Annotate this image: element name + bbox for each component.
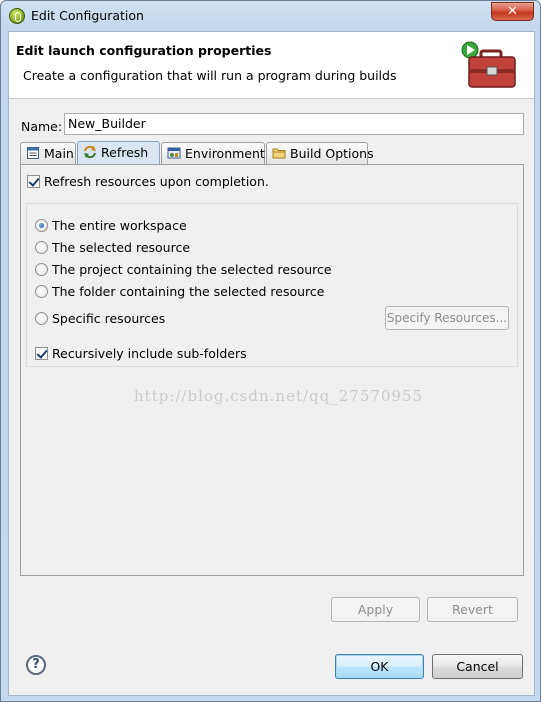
radio-entire-workspace[interactable]: The entire workspace: [35, 218, 187, 233]
radio-selected-resource[interactable]: The selected resource: [35, 240, 190, 255]
tab-main-label: Main: [44, 146, 74, 161]
apply-button[interactable]: Apply: [331, 597, 420, 622]
name-label: Name:: [21, 119, 63, 134]
document-icon: [27, 147, 39, 159]
tab-main[interactable]: Main: [20, 142, 76, 165]
close-button[interactable]: ✕: [491, 2, 534, 21]
tab-build-options-label: Build Options: [290, 146, 374, 161]
radio-label: The selected resource: [52, 240, 191, 255]
edit-configuration-window: Edit Configuration ✕ Edit launch configu…: [0, 0, 541, 702]
window-title: Edit Configuration: [31, 8, 144, 23]
tab-environment[interactable]: Environment: [161, 142, 265, 165]
revert-button[interactable]: Revert: [427, 597, 518, 622]
checkbox-checked-icon: [27, 175, 40, 188]
name-input[interactable]: New_Builder: [64, 113, 524, 135]
specify-resources-button[interactable]: Specify Resources...: [385, 306, 509, 330]
refresh-on-completion-checkbox[interactable]: Refresh resources upon completion.: [27, 174, 269, 189]
tab-refresh[interactable]: Refresh: [77, 141, 160, 166]
radio-unselected-icon: [35, 285, 48, 298]
radio-project-containing[interactable]: The project containing the selected reso…: [35, 262, 332, 277]
radio-unselected-icon: [35, 263, 48, 276]
radio-label: The project containing the selected reso…: [52, 262, 332, 277]
environment-icon: [167, 147, 181, 159]
toolbox-icon: [461, 41, 516, 88]
help-icon[interactable]: ?: [26, 655, 46, 675]
radio-selected-icon: [35, 219, 48, 232]
refresh-tab-panel: Refresh resources upon completion. The e…: [20, 164, 524, 576]
tab-refresh-label: Refresh: [101, 145, 149, 160]
radio-label: The entire workspace: [52, 218, 187, 233]
refresh-icon: [84, 145, 96, 159]
tab-environment-label: Environment: [185, 146, 265, 161]
cancel-button[interactable]: Cancel: [432, 654, 523, 679]
folder-icon: [272, 148, 286, 159]
refresh-on-completion-label: Refresh resources upon completion.: [44, 174, 269, 189]
radio-label: The folder containing the selected resou…: [52, 284, 325, 299]
recursive-subfolders-checkbox[interactable]: Recursively include sub-folders: [35, 346, 247, 361]
dialog-client-area: Edit launch configuration properties Cre…: [8, 31, 535, 696]
radio-label: Specific resources: [52, 311, 166, 326]
radio-unselected-icon: [35, 312, 48, 325]
header-description: Create a configuration that will run a p…: [23, 68, 397, 83]
checkbox-checked-icon: [35, 347, 48, 360]
title-bar[interactable]: Edit Configuration ✕: [1, 1, 540, 31]
header-title: Edit launch configuration properties: [16, 43, 272, 58]
radio-unselected-icon: [35, 241, 48, 254]
dialog-header: Edit launch configuration properties Cre…: [9, 32, 534, 99]
radio-specific-resources[interactable]: Specific resources: [35, 311, 165, 326]
recursive-subfolders-label: Recursively include sub-folders: [52, 346, 247, 361]
refresh-scope-group: The entire workspace The selected resour…: [26, 203, 518, 367]
tab-build-options[interactable]: Build Options: [266, 142, 374, 165]
radio-folder-containing[interactable]: The folder containing the selected resou…: [35, 284, 324, 299]
ok-button[interactable]: OK: [335, 654, 424, 679]
watermark: http://blog.csdn.net/qq_27570955: [134, 387, 424, 405]
app-icon: [9, 8, 25, 24]
